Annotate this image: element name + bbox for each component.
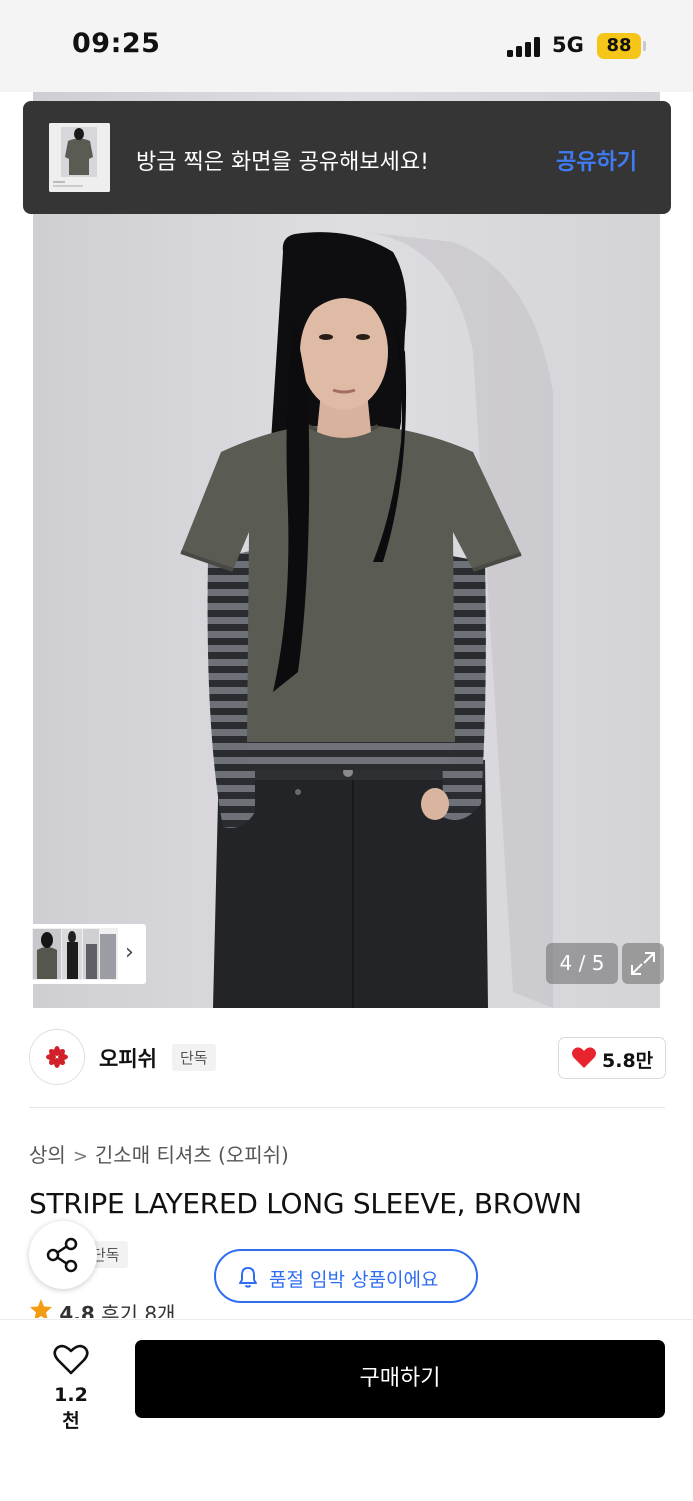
restock-alert-button[interactable]: 품절 임박 상품이에요: [214, 1249, 478, 1303]
toast-message: 방금 찍은 화면을 공유해보세요!: [136, 150, 429, 175]
brand-name[interactable]: 오피쉬: [99, 1043, 157, 1073]
rating-row[interactable]: 4.8 후기 8개: [29, 1298, 175, 1318]
battery-icon: 88: [597, 33, 641, 59]
breadcrumb-subcategory[interactable]: 긴소매 티셔츠 (오피쉬): [95, 1143, 289, 1167]
share-icon: [46, 1237, 78, 1273]
divider: [29, 1107, 665, 1108]
bell-icon: [239, 1267, 257, 1288]
brand-like-button[interactable]: 5.8만: [558, 1037, 666, 1079]
product-image[interactable]: [33, 92, 660, 1008]
chevron-right-icon: ›: [125, 940, 134, 965]
status-bar: 09:25 5G 88: [0, 0, 693, 92]
exclusive-badge: 단독: [172, 1044, 216, 1071]
battery-tip: [643, 41, 646, 51]
rating-score: 4.8: [59, 1302, 95, 1318]
heart-outline-icon: [53, 1344, 89, 1375]
thumbnail-strip[interactable]: ›: [29, 924, 146, 984]
expand-button[interactable]: [622, 943, 664, 984]
wishlist-count: 1.2천: [54, 1384, 88, 1432]
breadcrumb-category[interactable]: 상의: [29, 1143, 66, 1167]
expand-icon: [631, 952, 655, 975]
star-icon: [30, 1299, 52, 1318]
breadcrumb: 상의 > 긴소매 티셔츠 (오피쉬): [29, 1139, 289, 1168]
share-toast: 방금 찍은 화면을 공유해보세요! 공유하기: [23, 101, 671, 214]
wishlist-button[interactable]: [46, 1340, 96, 1380]
share-button[interactable]: [29, 1221, 97, 1289]
review-count: 후기 8개: [101, 1302, 176, 1318]
product-title: STRIPE LAYERED LONG SLEEVE, BROWN: [29, 1187, 582, 1220]
network-type: 5G: [552, 33, 584, 57]
status-time: 09:25: [72, 28, 161, 59]
toast-share-button[interactable]: 공유하기: [556, 144, 637, 176]
brand-like-count: 5.8만: [602, 1050, 654, 1072]
brand-logo[interactable]: [29, 1029, 85, 1085]
screenshot-thumbnail[interactable]: [49, 123, 110, 192]
buy-button[interactable]: 구매하기: [135, 1340, 665, 1418]
signal-icon: [507, 36, 543, 57]
restock-label: 품절 임박 상품이에요: [269, 1269, 439, 1291]
heart-filled-icon: [572, 1047, 596, 1068]
page-indicator: 4 / 5: [546, 943, 618, 984]
chevron-right-icon: >: [72, 1146, 88, 1167]
